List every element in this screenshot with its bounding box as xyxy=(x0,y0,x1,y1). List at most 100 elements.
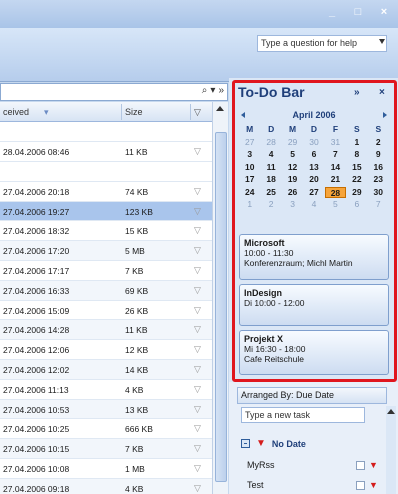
flag-icon[interactable]: ▼ xyxy=(369,480,378,490)
arranged-by-header[interactable]: Arranged By: Due Date xyxy=(237,387,387,404)
calendar-day[interactable]: 2 xyxy=(260,199,281,211)
calendar-day[interactable]: 29 xyxy=(282,137,303,149)
flag-icon[interactable]: ▽ xyxy=(194,225,201,236)
flag-icon[interactable]: ▽ xyxy=(194,404,201,415)
calendar-day[interactable]: 7 xyxy=(368,199,389,211)
calendar-day[interactable]: 11 xyxy=(260,162,281,174)
table-row[interactable]: 27.04.2006 10:25 666 KB ▽ xyxy=(0,419,212,440)
appointment-card[interactable]: Projekt X Mi 16:30 - 18:00 Cafe Reitschu… xyxy=(239,330,389,375)
expand-search-icon[interactable]: » xyxy=(218,85,224,96)
calendar-day[interactable]: 3 xyxy=(282,199,303,211)
calendar-day-today[interactable]: 28 xyxy=(324,186,347,198)
flag-icon[interactable]: ▽ xyxy=(194,423,201,434)
maximize-button[interactable]: □ xyxy=(352,6,364,18)
calendar-day[interactable]: 6 xyxy=(346,199,367,211)
flag-icon[interactable]: ▽ xyxy=(194,384,201,395)
column-separator[interactable] xyxy=(190,104,191,120)
calendar-day[interactable]: 18 xyxy=(260,174,281,186)
table-row[interactable]: 27.04.2006 14:28 11 KB ▽ xyxy=(0,320,212,341)
table-row[interactable]: 27.04.2006 19:27 123 KB ▽ xyxy=(0,201,212,222)
calendar-day[interactable]: 27 xyxy=(239,137,260,149)
table-row[interactable]: 27.04.2006 10:15 7 KB ▽ xyxy=(0,439,212,459)
flag-icon[interactable]: ▽ xyxy=(194,305,201,316)
appointment-card[interactable]: Microsoft 10:00 - 11:30 Konferenzraum; M… xyxy=(239,234,389,280)
list-scrollbar[interactable] xyxy=(212,102,228,494)
flag-icon[interactable]: ▽ xyxy=(194,483,201,494)
calendar-day[interactable]: 24 xyxy=(239,187,260,199)
calendar-day[interactable]: 10 xyxy=(239,162,260,174)
search-icon[interactable]: ⌕ xyxy=(202,85,208,96)
calendar-day[interactable]: 17 xyxy=(239,174,260,186)
table-row[interactable]: 28.04.2006 08:46 11 KB ▽ xyxy=(0,142,212,162)
expand-todo-button[interactable]: » xyxy=(354,87,360,98)
calendar-day[interactable]: 15 xyxy=(346,162,367,174)
flag-icon[interactable]: ▽ xyxy=(194,146,201,157)
calendar-day[interactable]: 19 xyxy=(282,174,303,186)
flag-icon[interactable]: ▽ xyxy=(194,265,201,276)
task-group-header[interactable]: ▼ No Date xyxy=(241,438,306,449)
flag-icon[interactable]: ▽ xyxy=(194,324,201,335)
calendar-day[interactable]: 13 xyxy=(303,162,324,174)
table-row[interactable]: 27.04.2006 12:06 12 KB ▽ xyxy=(0,340,212,360)
flag-icon[interactable]: ▽ xyxy=(194,285,201,296)
help-dropdown-icon[interactable] xyxy=(379,39,385,44)
close-todo-button[interactable]: × xyxy=(379,87,385,98)
calendar-day[interactable]: 1 xyxy=(239,199,260,211)
task-item[interactable]: Test xyxy=(247,480,264,490)
table-row[interactable]: 27.04.2006 11:13 4 KB ▽ xyxy=(0,380,212,400)
table-row[interactable]: 27.04.2006 10:08 1 MB ▽ xyxy=(0,459,212,479)
calendar-day[interactable]: 7 xyxy=(325,149,346,161)
calendar-day[interactable]: 2 xyxy=(368,137,389,149)
close-button[interactable]: × xyxy=(378,6,390,18)
next-month-icon[interactable] xyxy=(383,112,387,118)
calendar-day[interactable]: 31 xyxy=(325,137,346,149)
calendar-day[interactable]: 25 xyxy=(260,187,281,199)
table-row[interactable]: 27.04.2006 20:18 74 KB ▽ xyxy=(0,182,212,202)
calendar-day[interactable]: 21 xyxy=(325,174,346,186)
task-scrollbar[interactable] xyxy=(386,406,396,494)
flag-icon[interactable]: ▼ xyxy=(369,460,378,470)
table-row[interactable]: 27.04.2006 17:17 7 KB ▽ xyxy=(0,261,212,281)
flag-icon[interactable]: ▽ xyxy=(194,463,201,474)
flag-column-icon[interactable]: ▽ xyxy=(194,107,201,118)
flag-icon[interactable]: ▽ xyxy=(194,186,201,197)
table-row[interactable]: 27.04.2006 15:09 26 KB ▽ xyxy=(0,301,212,321)
calendar-day[interactable]: 4 xyxy=(260,149,281,161)
flag-icon[interactable]: ▽ xyxy=(194,344,201,355)
group-header-row[interactable] xyxy=(0,161,212,182)
table-row[interactable]: 27.04.2006 12:02 14 KB ▽ xyxy=(0,359,212,380)
calendar-day[interactable]: 6 xyxy=(303,149,324,161)
column-received[interactable]: ceived xyxy=(3,107,29,117)
table-row[interactable]: 27.04.2006 10:53 13 KB ▽ xyxy=(0,399,212,420)
calendar-day[interactable]: 28 xyxy=(260,137,281,149)
calendar-day[interactable]: 20 xyxy=(303,174,324,186)
table-row[interactable]: 27.04.2006 18:32 15 KB ▽ xyxy=(0,221,212,242)
scroll-up-icon[interactable] xyxy=(216,106,224,111)
task-checkbox[interactable] xyxy=(356,481,365,490)
calendar-day[interactable]: 30 xyxy=(368,187,389,199)
scroll-thumb[interactable] xyxy=(215,132,227,482)
calendar-day[interactable]: 12 xyxy=(282,162,303,174)
minimize-button[interactable]: _ xyxy=(326,6,338,18)
flag-icon[interactable]: ▽ xyxy=(194,364,201,375)
table-row[interactable]: 27.04.2006 16:33 69 KB ▽ xyxy=(0,280,212,301)
calendar-day[interactable]: 5 xyxy=(282,149,303,161)
calendar-day[interactable]: 14 xyxy=(325,162,346,174)
instant-search-input[interactable]: ⌕ ▾ » xyxy=(0,83,228,101)
help-search-input[interactable]: Type a question for help xyxy=(257,35,387,52)
calendar-day[interactable]: 22 xyxy=(346,174,367,186)
calendar-day[interactable]: 30 xyxy=(303,137,324,149)
calendar-day[interactable]: 4 xyxy=(303,199,324,211)
calendar-day[interactable]: 5 xyxy=(325,199,346,211)
calendar-day[interactable]: 23 xyxy=(368,174,389,186)
calendar-day[interactable]: 1 xyxy=(346,137,367,149)
calendar-day[interactable]: 8 xyxy=(346,149,367,161)
flag-icon[interactable]: ▽ xyxy=(194,206,201,217)
calendar-day[interactable]: 27 xyxy=(303,187,324,199)
flag-icon[interactable]: ▽ xyxy=(194,443,201,454)
calendar-day[interactable]: 9 xyxy=(368,149,389,161)
flag-icon[interactable]: ▽ xyxy=(194,245,201,256)
calendar-day[interactable]: 26 xyxy=(282,187,303,199)
task-item[interactable]: MyRss xyxy=(247,460,275,470)
group-header-row[interactable] xyxy=(0,122,212,142)
